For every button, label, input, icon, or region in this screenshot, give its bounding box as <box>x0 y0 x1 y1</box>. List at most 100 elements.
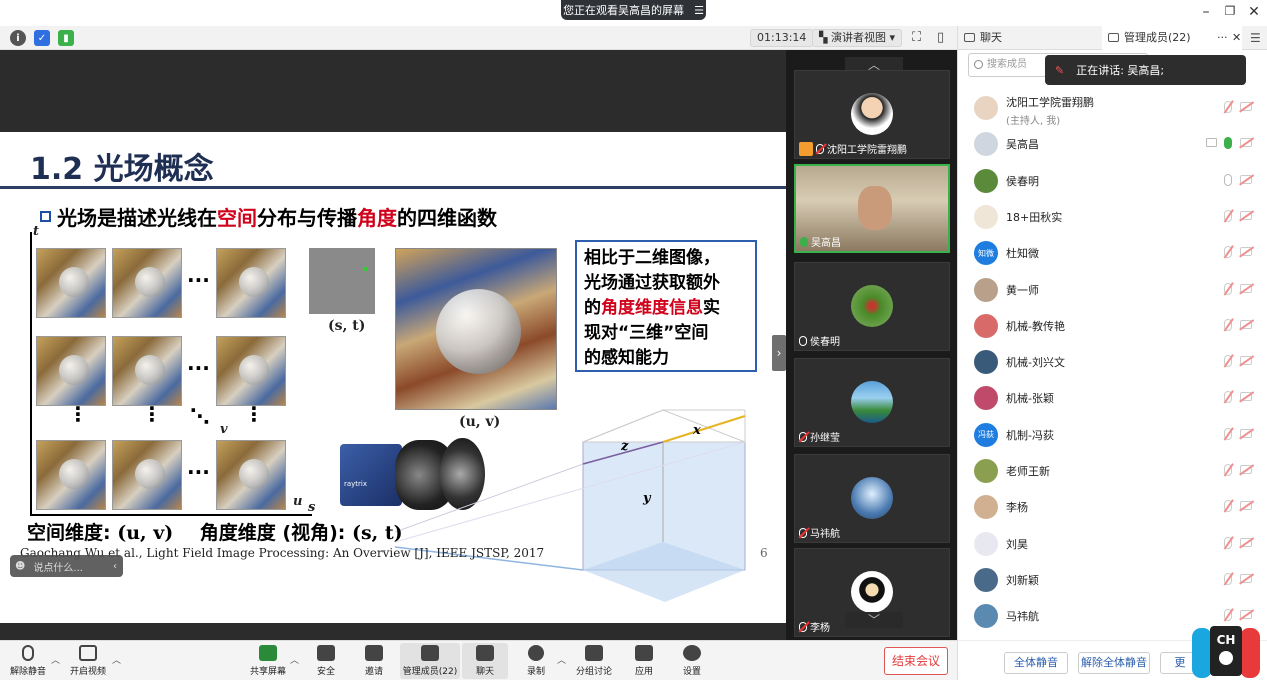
video-tile[interactable]: 马祎航 <box>794 454 950 543</box>
members-button[interactable]: 管理成员(22) <box>400 643 460 679</box>
members-icon <box>1108 33 1119 42</box>
camera-off-icon[interactable] <box>1240 174 1252 184</box>
mic-muted-icon[interactable] <box>1224 464 1232 476</box>
mic-muted-icon[interactable] <box>1224 209 1232 222</box>
chevron-up-icon[interactable]: ︿ <box>557 653 566 666</box>
end-meeting-button[interactable]: 结束会议 <box>884 647 948 675</box>
camera-off-icon[interactable] <box>1240 210 1252 220</box>
side-panel: 聊天 管理成员(22) ··· ✕ ☰ 搜索成员 ✎ 正在讲话: 吴高昌; 沈阳工学… <box>957 26 1267 680</box>
member-row[interactable]: 老师王新 <box>968 453 1253 489</box>
camera-off-icon[interactable] <box>1240 283 1252 293</box>
chevron-left-icon[interactable]: ‹ <box>113 561 117 572</box>
video-tile-active-speaker[interactable]: 吴高昌 <box>794 164 950 253</box>
mic-muted-icon[interactable] <box>1224 572 1232 585</box>
info-icon[interactable]: i <box>10 30 26 46</box>
axis-label-s: s <box>308 500 316 515</box>
member-row[interactable]: 机械-教传艳 <box>968 308 1253 344</box>
tab-members[interactable]: 管理成员(22) ··· ✕ <box>1102 26 1242 50</box>
member-row[interactable]: 机械-张颖 <box>968 380 1253 416</box>
panel-menu-icon[interactable]: ☰ <box>1250 31 1261 45</box>
tile-name: 李杨 <box>799 619 830 634</box>
camera-off-icon[interactable] <box>1240 428 1252 438</box>
video-tile[interactable]: 侯春明 <box>794 262 950 351</box>
close-panel-icon[interactable]: ✕ <box>1232 26 1241 50</box>
member-row[interactable]: 黄一师 <box>968 272 1253 308</box>
tile-name-text: 吴高昌 <box>811 238 841 249</box>
member-row[interactable]: 知微 杜知微 <box>968 235 1253 271</box>
cube-label-z: z <box>620 439 629 454</box>
mute-all-button[interactable]: 全体静音 <box>1004 652 1068 674</box>
member-row[interactable]: 18+田秋实 <box>968 199 1253 235</box>
member-row[interactable]: 侯春明 <box>968 163 1253 199</box>
sidebar-toggle-icon[interactable]: ▯ <box>937 30 944 45</box>
breakout-button[interactable]: 分组讨论 <box>566 643 622 679</box>
mic-icon[interactable] <box>1224 137 1232 150</box>
member-row[interactable]: 冯荻 机制-冯荻 <box>968 417 1253 453</box>
mic-muted-icon[interactable] <box>1224 355 1232 368</box>
callout-line: 相比于二维图像， <box>584 248 720 268</box>
mic-muted-icon[interactable] <box>1224 318 1232 331</box>
video-tile[interactable]: 孙继莹 <box>794 358 950 447</box>
record-button[interactable]: 录制 <box>508 643 564 679</box>
tab-chat[interactable]: 聊天 <box>958 26 1102 50</box>
camera-off-icon[interactable] <box>1240 138 1252 148</box>
invite-button[interactable]: 邀请 <box>346 643 402 679</box>
camera-off-icon[interactable] <box>1240 537 1252 547</box>
callout-text: 实 <box>703 298 720 318</box>
mic-muted-icon[interactable] <box>1224 500 1232 513</box>
mic-muted-icon[interactable] <box>1224 282 1232 295</box>
camera-off-icon[interactable] <box>1240 501 1252 511</box>
members-icon <box>421 645 439 661</box>
mic-muted-icon[interactable] <box>1224 101 1232 113</box>
camera-off-icon[interactable] <box>1240 392 1252 402</box>
scroll-down-button[interactable]: ﹀ <box>845 612 903 628</box>
breakout-icon <box>585 645 603 661</box>
camera-off-icon[interactable] <box>1240 610 1252 620</box>
screen-share-notice[interactable]: 您正在观看吴高昌的屏幕 ☰ <box>561 0 706 20</box>
avatar <box>974 350 998 375</box>
settings-button[interactable]: 设置 <box>664 643 720 679</box>
unmute-button[interactable]: 解除静音 <box>0 643 56 679</box>
unmute-all-button[interactable]: 解除全体静音 <box>1078 652 1150 674</box>
chat-button[interactable]: 聊天 <box>462 643 508 679</box>
mic-muted-icon[interactable] <box>1224 391 1232 404</box>
member-row[interactable]: 机械-刘兴文 <box>968 344 1253 380</box>
mic-muted-icon[interactable] <box>1224 609 1232 622</box>
member-row[interactable]: 刘昊 <box>968 526 1253 562</box>
minimize-icon[interactable]: – <box>1196 4 1216 20</box>
restore-icon[interactable]: ❐ <box>1220 4 1240 18</box>
chevron-up-icon[interactable]: ︿ <box>112 653 121 666</box>
member-row[interactable]: 沈阳工学院雷翔鹏 (主持人, 我) <box>968 90 1253 127</box>
shield-icon[interactable]: ✓ <box>34 30 50 46</box>
mic-muted-icon[interactable] <box>1224 427 1232 440</box>
fullscreen-icon[interactable]: ⛶ <box>912 30 921 45</box>
share-screen-button[interactable]: 共享屏幕 <box>240 643 296 679</box>
signal-icon[interactable]: ▮ <box>58 30 74 46</box>
camera-off-icon[interactable] <box>1240 319 1252 329</box>
camera-off-icon[interactable] <box>1240 356 1252 366</box>
camera-off-icon[interactable] <box>1240 465 1252 474</box>
collapse-strip-button[interactable]: › <box>772 335 786 371</box>
camera-off-icon[interactable] <box>1240 102 1252 111</box>
chevron-up-icon[interactable]: ︿ <box>51 653 60 666</box>
menu-icon[interactable]: ☰ <box>694 4 704 17</box>
avatar <box>974 604 998 629</box>
mic-muted-icon[interactable] <box>1224 246 1232 259</box>
camera-off-icon[interactable] <box>1240 573 1252 583</box>
mic-muted-icon[interactable] <box>1224 536 1232 549</box>
smiley-icon[interactable]: ☻ <box>15 561 25 572</box>
more-icon[interactable]: ··· <box>1217 26 1228 50</box>
camera-off-icon[interactable] <box>1240 247 1252 257</box>
member-row[interactable]: 刘新颖 <box>968 562 1253 598</box>
start-video-button[interactable]: 开启视频 <box>60 643 116 679</box>
tile-name-text: 李杨 <box>810 623 830 634</box>
quick-chat-input[interactable]: ☻ 说点什么... ‹ <box>10 555 123 577</box>
ellipsis-vertical: ⋮ <box>142 402 162 426</box>
view-mode-dropdown[interactable]: ▚ 演讲者视图 ▾ <box>812 29 902 47</box>
camera-off-icon <box>79 645 97 661</box>
member-row[interactable]: 李杨 <box>968 489 1253 525</box>
close-icon[interactable]: ✕ <box>1244 4 1264 20</box>
video-tile[interactable]: 沈阳工学院雷翔鹏 <box>794 70 950 159</box>
mic-icon[interactable] <box>1224 173 1232 186</box>
member-row[interactable]: 吴高昌 <box>968 126 1253 162</box>
